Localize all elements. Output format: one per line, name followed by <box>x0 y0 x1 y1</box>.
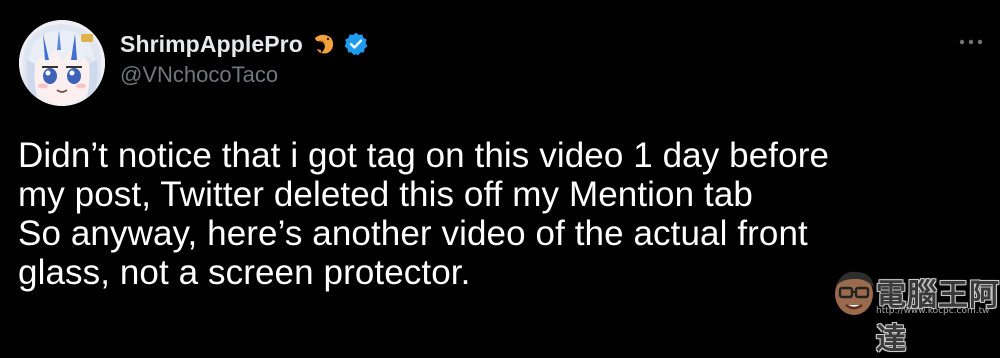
more-options-icon <box>959 39 983 45</box>
avatar-anime-girl-icon <box>19 20 105 106</box>
tweet-text: Didn’t notice that i got tag on this vid… <box>18 136 978 292</box>
shrimp-emoji-icon <box>310 31 336 57</box>
tweet-text-line: Didn’t notice that i got tag on this vid… <box>18 136 830 175</box>
author-name-row: ShrimpApplePro <box>120 28 369 60</box>
author-handle[interactable]: @VNchocoTaco <box>120 62 278 88</box>
watermark-url: http://www.kocpc.com.tw <box>876 306 990 316</box>
tweet-card: ShrimpApplePro @VNchocoTaco Didn’t notic… <box>0 0 1000 357</box>
tweet-text-line: my post, Twitter deleted this off my Men… <box>18 175 753 214</box>
more-options-button[interactable] <box>956 30 986 54</box>
verified-badge-icon[interactable] <box>343 31 369 57</box>
tweet-text-line: So anyway, here’s another video of the a… <box>18 214 808 253</box>
tweet-text-line: glass, not a screen protector. <box>18 253 471 292</box>
author-display-name[interactable]: ShrimpApplePro <box>120 31 303 58</box>
avatar[interactable] <box>19 20 105 106</box>
